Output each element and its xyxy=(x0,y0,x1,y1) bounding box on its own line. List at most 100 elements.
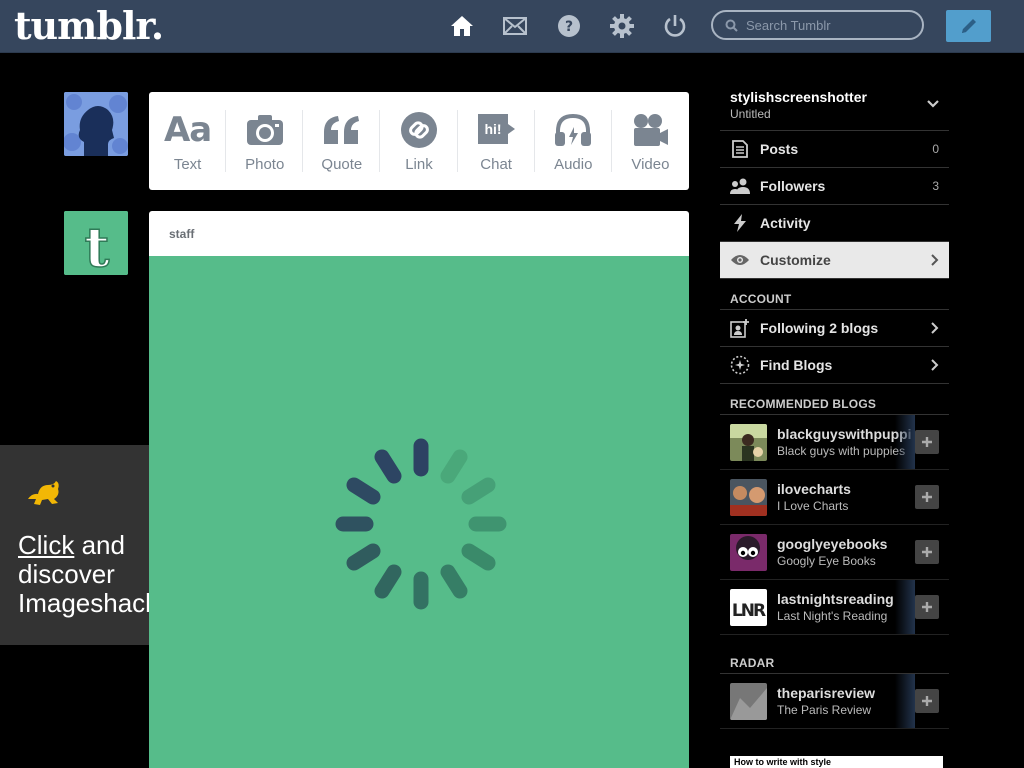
radar-post-preview[interactable]: How to write with style xyxy=(730,756,943,768)
imageshack-ad[interactable]: Click and discover Imageshack xyxy=(0,445,149,645)
link-icon xyxy=(400,110,438,150)
post-type-video[interactable]: Video xyxy=(612,92,689,190)
post-type-quote[interactable]: Quote xyxy=(303,92,381,190)
post-media-loading xyxy=(149,256,689,768)
blog-description: Googly Eye Books xyxy=(777,554,876,568)
ad-text: Click and discover Imageshack xyxy=(18,531,149,618)
sidebar-item-following[interactable]: Following 2 blogs xyxy=(720,310,949,347)
post-type-photo[interactable]: Photo xyxy=(226,92,304,190)
blog-avatar xyxy=(730,533,767,571)
sidebar-item-label: Following 2 blogs xyxy=(760,320,879,336)
post-type-label: Photo xyxy=(245,155,285,173)
chevron-right-icon xyxy=(931,322,939,334)
follow-button[interactable] xyxy=(915,485,939,509)
ad-text-line: and xyxy=(74,530,125,560)
post-type-label: Chat xyxy=(480,155,512,173)
post-type-label: Text xyxy=(173,155,202,173)
blog-description: The Paris Review xyxy=(777,703,872,717)
text-fade xyxy=(895,674,915,728)
chevron-down-icon xyxy=(927,100,939,108)
eye-icon xyxy=(720,254,760,266)
quote-icon xyxy=(322,110,362,150)
blog-name: theparisreview xyxy=(777,685,876,701)
sidebar-item-customize[interactable]: Customize xyxy=(720,242,949,279)
help-icon[interactable]: ? xyxy=(556,13,582,39)
recommended-blog[interactable]: blackguyswithpuppies Black guys with pup… xyxy=(720,415,949,470)
post-type-bar: Aa Text Photo Quote Link hi! Chat Audio xyxy=(149,92,689,190)
post-type-text[interactable]: Aa Text xyxy=(149,92,227,190)
blog-description: Black guys with puppies xyxy=(777,444,906,458)
sidebar-item-find-blogs[interactable]: Find Blogs xyxy=(720,347,949,384)
blog-avatar xyxy=(730,682,767,720)
account-heading: ACCOUNT xyxy=(720,279,949,310)
compose-button[interactable] xyxy=(946,10,991,42)
recommended-blog[interactable]: googlyeyebooks Googly Eye Books xyxy=(720,525,949,580)
followers-count: 3 xyxy=(932,179,939,193)
compass-icon xyxy=(720,355,760,375)
post-type-label: Video xyxy=(631,155,670,173)
sidebar-item-label: Find Blogs xyxy=(760,357,833,373)
sidebar: stylishscreenshotter Untitled Posts 0 Fo… xyxy=(720,80,949,729)
sidebar-item-followers[interactable]: Followers 3 xyxy=(720,168,949,205)
blog-name: googlyeyebooks xyxy=(777,536,888,552)
lightning-icon xyxy=(720,214,760,232)
chevron-right-icon xyxy=(931,359,939,371)
post-type-audio[interactable]: Audio xyxy=(535,92,612,190)
camera-icon xyxy=(246,110,284,150)
svg-text:hi!: hi! xyxy=(485,121,502,137)
radar-blog[interactable]: theparisreview The Paris Review xyxy=(720,674,949,729)
gear-icon[interactable] xyxy=(609,13,635,39)
blog-name: ilovecharts xyxy=(777,481,851,497)
follow-button[interactable] xyxy=(915,689,939,713)
top-navigation-bar: tumblr. ? xyxy=(0,0,1024,53)
search-input[interactable] xyxy=(744,16,918,34)
post-type-chat[interactable]: hi! Chat xyxy=(458,92,535,190)
mail-icon[interactable] xyxy=(502,13,528,39)
search-icon xyxy=(725,19,738,32)
frog-icon xyxy=(28,481,59,505)
recommended-heading: RECOMMENDED BLOGS xyxy=(720,384,949,415)
follow-button[interactable] xyxy=(915,595,939,619)
blog-name: lastnightsreading xyxy=(777,591,894,607)
recommended-blog[interactable]: ilovecharts I Love Charts xyxy=(720,470,949,525)
blog-title: Untitled xyxy=(730,107,771,121)
search-box[interactable] xyxy=(711,10,924,40)
blog-selector[interactable]: stylishscreenshotter Untitled xyxy=(720,80,949,131)
blog-avatar xyxy=(730,478,767,516)
sidebar-item-posts[interactable]: Posts 0 xyxy=(720,131,949,168)
user-avatar[interactable] xyxy=(64,92,128,156)
blog-description: Last Night's Reading xyxy=(777,609,888,623)
blog-name: stylishscreenshotter xyxy=(730,89,867,105)
plus-icon xyxy=(922,437,932,447)
follow-button[interactable] xyxy=(915,430,939,454)
dashboard-post: staff xyxy=(149,211,689,768)
post-author[interactable]: staff xyxy=(149,211,689,256)
video-camera-icon xyxy=(631,110,669,150)
recommended-blog[interactable]: LNR lastnightsreading Last Night's Readi… xyxy=(720,580,949,635)
ad-link[interactable]: Click xyxy=(18,530,74,560)
text-fade xyxy=(895,580,915,634)
follow-button[interactable] xyxy=(915,540,939,564)
tumblr-logo[interactable]: tumblr. xyxy=(14,3,164,48)
posts-icon xyxy=(720,140,760,158)
sidebar-item-label: Posts xyxy=(760,141,799,157)
loading-spinner-icon xyxy=(335,438,507,610)
blog-avatar xyxy=(730,423,767,461)
svg-text:?: ? xyxy=(565,19,573,35)
blog-description: I Love Charts xyxy=(777,499,849,513)
ad-text-line: Imageshack xyxy=(18,588,149,618)
post-type-link[interactable]: Link xyxy=(380,92,458,190)
sidebar-item-activity[interactable]: Activity xyxy=(720,205,949,242)
pencil-icon xyxy=(961,19,976,33)
staff-avatar[interactable]: t xyxy=(64,211,128,275)
chevron-right-icon xyxy=(931,254,939,266)
sidebar-item-label: Followers xyxy=(760,178,826,194)
blog-name: blackguyswithpuppies xyxy=(777,426,912,442)
posts-count: 0 xyxy=(932,142,939,156)
chat-icon: hi! xyxy=(476,110,516,150)
plus-icon xyxy=(922,492,932,502)
home-icon[interactable] xyxy=(449,13,475,39)
radar-heading: RADAR xyxy=(720,643,949,674)
power-icon[interactable] xyxy=(662,13,688,39)
followers-icon xyxy=(720,178,760,194)
